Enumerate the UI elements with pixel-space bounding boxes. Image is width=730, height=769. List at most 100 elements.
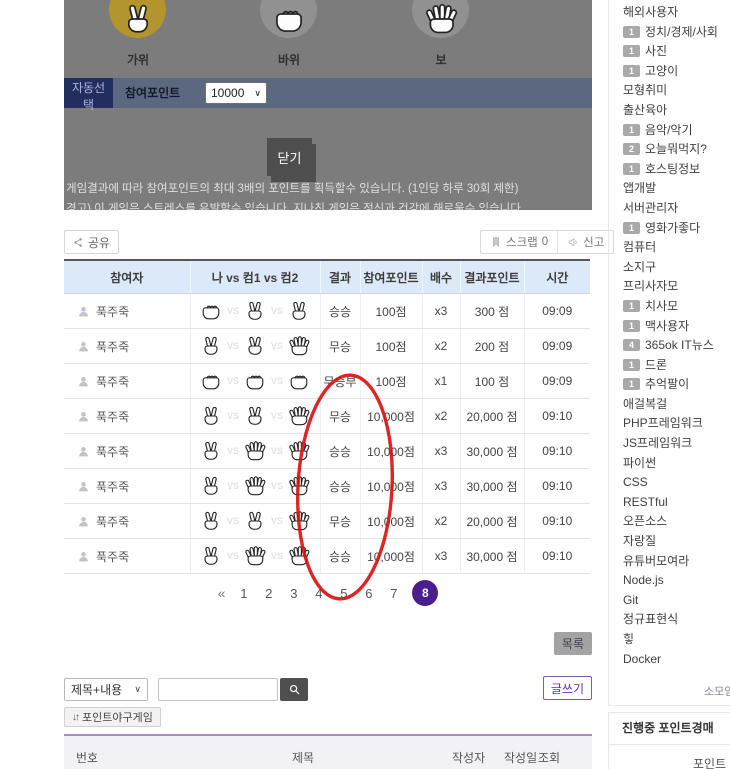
page-number-2[interactable]: 2 (262, 586, 275, 601)
result-points-cell: 20,000 점 (460, 504, 524, 539)
user-icon (77, 410, 90, 423)
points-select[interactable]: 10000 ∨ (205, 82, 267, 104)
list-button[interactable]: 목록 (554, 632, 592, 655)
choice-scissors[interactable] (109, 0, 166, 38)
bookmark-icon (490, 236, 502, 248)
results-header-row: 참여자 나 vs 컴1 vs 컴2 결과 참여포인트 배수 결과포인트 시간 (64, 260, 590, 294)
search-icon (288, 683, 301, 696)
auction-item-link[interactable]: 포인트 경매 (693, 755, 730, 769)
sidebar-item[interactable]: 프리사자모 (623, 277, 730, 297)
participant-name: 푹주죽 (96, 443, 129, 460)
result-cell: 무승 (320, 329, 360, 364)
sidebar-item[interactable]: 1호스팅정보 (623, 160, 730, 180)
auto-select-button[interactable]: 자동선택 (64, 78, 113, 108)
points-cell: 100점 (360, 294, 422, 329)
pagination: « 12345678 (64, 580, 592, 606)
page-number-1[interactable]: 1 (237, 586, 250, 601)
sidebar-item[interactable]: 소지구 (623, 258, 730, 278)
table-row: 푹주죽VSVS승승10,000점x330,000 점09:10 (64, 539, 590, 574)
sidebar-item[interactable]: 1음악/악기 (623, 121, 730, 141)
table-row: 푹주죽VSVS무승10,000점x220,000 점09:10 (64, 399, 590, 434)
write-button[interactable]: 글쓰기 (543, 676, 592, 700)
sidebar-item[interactable]: 컴퓨터 (623, 238, 730, 258)
search-button[interactable] (280, 678, 308, 701)
page-number-8[interactable]: 8 (412, 580, 438, 606)
page-number-4[interactable]: 4 (312, 586, 325, 601)
sidebar-item[interactable]: 서버관리자 (623, 199, 730, 219)
close-button[interactable]: 닫기 (267, 138, 312, 176)
board-col-number: 번호 (76, 749, 98, 766)
hands-cell: VSVS (190, 539, 320, 574)
sidebar-item[interactable]: 모형취미 (623, 81, 730, 101)
sidebar-item[interactable]: 1사진 (623, 42, 730, 62)
sidebar-item[interactable]: JS프레임워크 (623, 434, 730, 454)
vs-label: VS (227, 376, 239, 386)
points-cell: 10,000점 (360, 469, 422, 504)
vs-label: VS (227, 516, 239, 526)
sidebar-item[interactable]: 1치사모 (623, 297, 730, 317)
sidebar-item[interactable]: 자랑질 (623, 532, 730, 552)
scissors-hand-icon (244, 335, 266, 357)
sidebar-item[interactable]: 1영화가좋다 (623, 219, 730, 239)
page-number-3[interactable]: 3 (287, 586, 300, 601)
choice-paper[interactable] (412, 0, 469, 38)
scrap-label: 스크랩 (506, 234, 538, 250)
paper-hand-icon (244, 545, 266, 567)
page-number-7[interactable]: 7 (387, 586, 400, 601)
sidebar-item[interactable]: 파이썬 (623, 454, 730, 474)
sidebar-item[interactable]: 오픈소스 (623, 512, 730, 532)
share-button[interactable]: 공유 (64, 230, 119, 254)
sidebar-item[interactable]: Docker (623, 650, 730, 670)
vs-label: VS (271, 306, 283, 316)
sidebar-item[interactable]: 1맥사용자 (623, 317, 730, 337)
sidebar-item[interactable]: PHP프레임워크 (623, 414, 730, 434)
new-post-count-badge: 4 (623, 339, 640, 351)
share-icon (73, 237, 84, 248)
sidebar-item[interactable]: 힣 (623, 630, 730, 650)
hands-cell: VS VS (190, 294, 320, 329)
sidebar-item[interactable]: RESTful (623, 493, 730, 513)
sidebar-item[interactable]: 정규표현식 (623, 610, 730, 630)
sidebar-item[interactable]: 1정치/경제/사회 (623, 23, 730, 43)
search-category-select[interactable]: 제목+내용 ∨ (64, 678, 148, 701)
multiplier-cell: x3 (422, 469, 460, 504)
search-input[interactable] (158, 678, 278, 701)
sort-tag-button[interactable]: ↓↑ 포인트야구게임 (64, 707, 161, 727)
vs-label: VS (227, 551, 239, 561)
points-cell: 100점 (360, 364, 422, 399)
page-number-5[interactable]: 5 (337, 586, 350, 601)
search-category-value: 제목+내용 (71, 681, 122, 698)
sidebar-item[interactable]: Node.js (623, 571, 730, 591)
points-cell: 10,000점 (360, 539, 422, 574)
scrap-button[interactable]: 스크랩 0 (481, 231, 557, 253)
pagination-prev[interactable]: « (218, 585, 226, 601)
sidebar-item[interactable]: 유튜버모여라 (623, 552, 730, 572)
vs-label: VS (271, 516, 283, 526)
table-row: 푹주죽VSVS무승부100점x1100 점09:09 (64, 364, 590, 399)
sidebar-item[interactable]: 앱개발 (623, 179, 730, 199)
sidebar-item[interactable]: CSS (623, 473, 730, 493)
sidebar-item[interactable]: 해외사용자 (623, 3, 730, 23)
sidebar-item[interactable]: 애걸복걸 (623, 395, 730, 415)
table-row: 푹주죽VSVS승승10,000점x330,000 점09:10 (64, 469, 590, 504)
sidebar-item[interactable]: 1드론 (623, 356, 730, 376)
points-cell: 100점 (360, 329, 422, 364)
sidebar-more-link[interactable]: 소모임 (704, 683, 730, 699)
page-number-6[interactable]: 6 (362, 586, 375, 601)
rock-hand-icon (288, 370, 310, 392)
auction-panel: 진행중 포인트경매 포인트 경매 (608, 712, 730, 769)
sidebar-item[interactable]: 1추억팔이 (623, 375, 730, 395)
time-cell: 09:09 (524, 364, 590, 399)
vs-label: VS (227, 306, 239, 316)
report-button[interactable]: 신고 (557, 231, 613, 253)
choice-label-paper: 보 (406, 51, 476, 68)
points-cell: 10,000점 (360, 434, 422, 469)
choice-rock[interactable] (260, 0, 317, 38)
sidebar-item[interactable]: Git (623, 591, 730, 611)
result-points-cell: 30,000 점 (460, 469, 524, 504)
sidebar-item[interactable]: 2오늘뭐먹지? (623, 140, 730, 160)
sidebar-item[interactable]: 4365ok IT뉴스 (623, 336, 730, 356)
sidebar-item[interactable]: 1고양이 (623, 62, 730, 82)
sidebar-item[interactable]: 출산육아 (623, 101, 730, 121)
participant-name: 푹주죽 (96, 478, 129, 495)
